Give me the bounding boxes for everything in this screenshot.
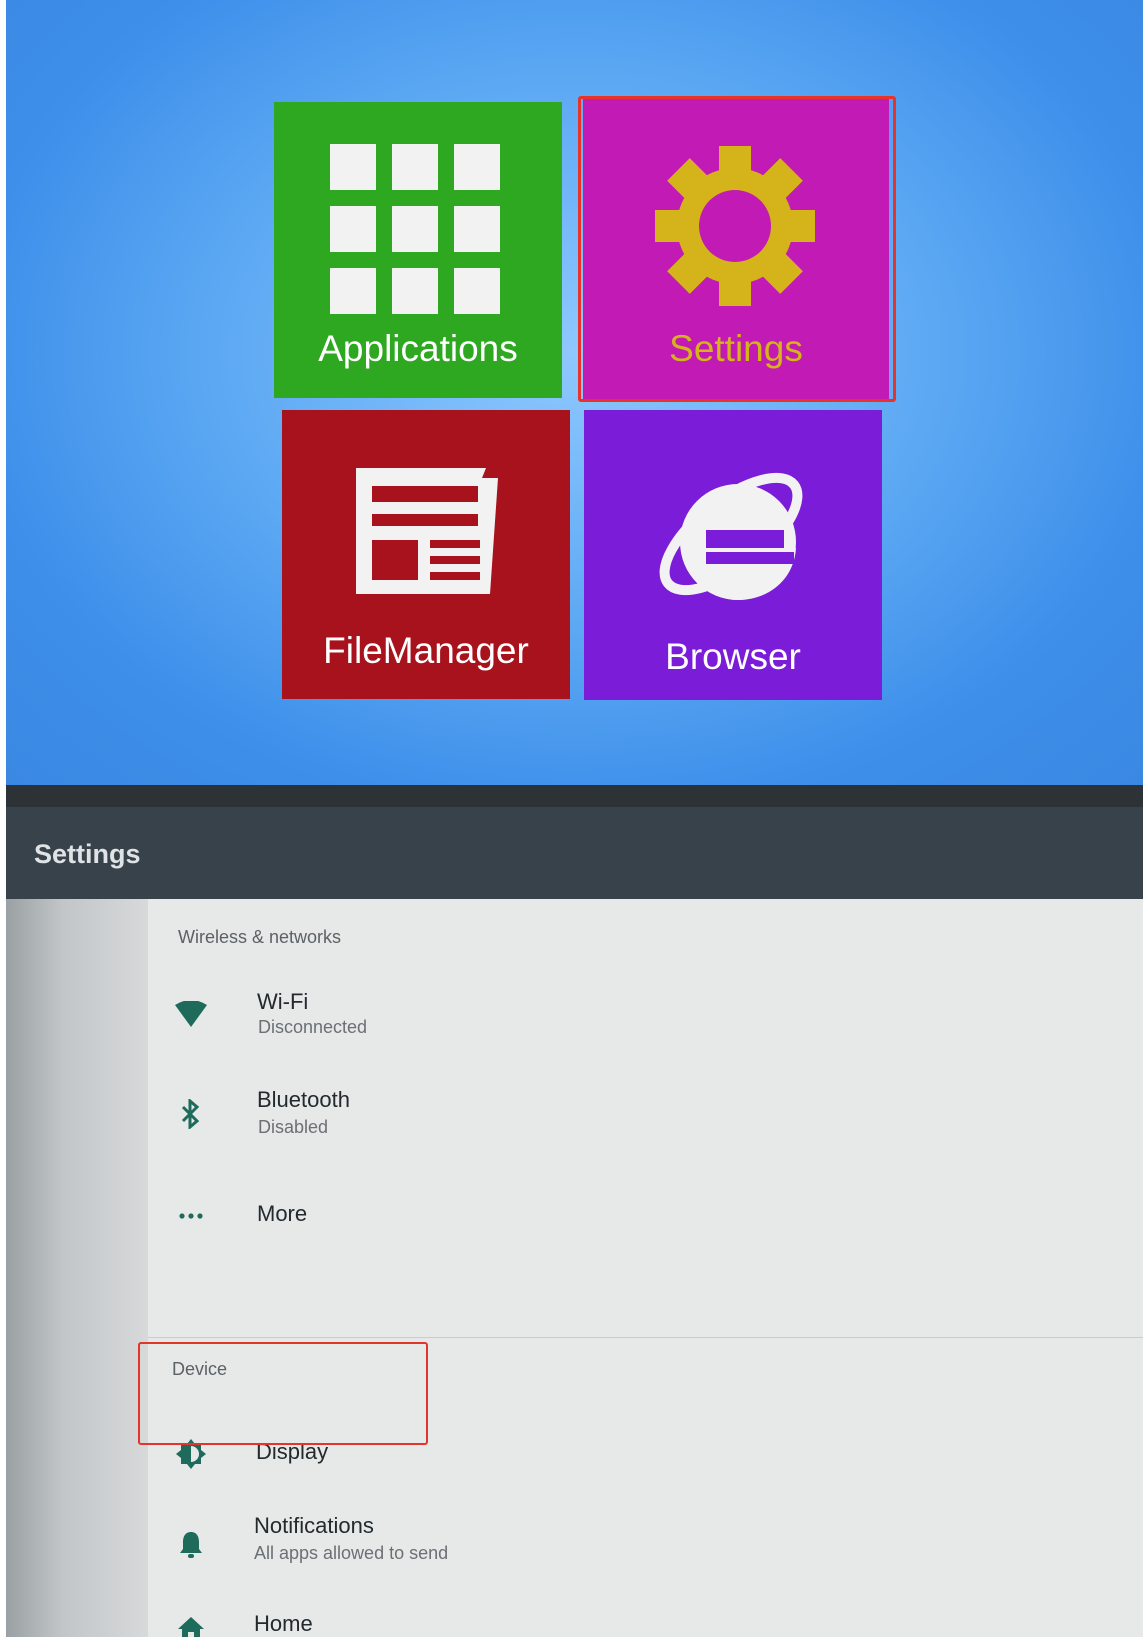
pref-title: Notifications bbox=[254, 1513, 374, 1538]
pref-summary: Disconnected bbox=[258, 1017, 368, 1037]
internet-explorer-icon bbox=[659, 472, 806, 612]
more-dots-icon bbox=[172, 1197, 210, 1235]
settings-highlight-frame bbox=[578, 96, 896, 402]
document-icon bbox=[356, 468, 498, 594]
pref-title: Home bbox=[254, 1611, 313, 1636]
pref-bluetooth[interactable]: Bluetooth Disabled bbox=[148, 1071, 1143, 1161]
pref-more[interactable]: More bbox=[148, 1171, 1143, 1261]
filemanager-label: FileManager bbox=[323, 630, 529, 671]
pref-title: More bbox=[257, 1201, 308, 1226]
pref-wifi[interactable]: Wi-Fi Disconnected bbox=[148, 971, 1143, 1061]
applications-label: Applications bbox=[318, 328, 518, 369]
left-gutter bbox=[6, 899, 148, 1637]
display-highlight-frame bbox=[138, 1342, 428, 1445]
grid-icon bbox=[330, 144, 500, 314]
pref-summary: All apps allowed to send bbox=[254, 1543, 449, 1563]
screen-bezel bbox=[6, 785, 1143, 807]
launcher-screen: Applications Settings FileManager Browse… bbox=[6, 0, 1143, 785]
home-icon bbox=[172, 1609, 210, 1637]
applications-tile[interactable]: Applications bbox=[274, 102, 562, 398]
filemanager-tile[interactable]: FileManager bbox=[282, 410, 570, 699]
pref-title: Bluetooth bbox=[257, 1087, 350, 1112]
settings-screen: Settings Wireless & networks Wi-Fi Disco… bbox=[6, 785, 1143, 1637]
pref-home[interactable]: Home bbox=[148, 1589, 1143, 1637]
browser-label: Browser bbox=[665, 636, 801, 677]
bell-icon bbox=[172, 1525, 210, 1563]
section-header-wireless: Wireless & networks bbox=[178, 927, 342, 947]
pref-summary: Disabled bbox=[258, 1117, 329, 1137]
section-divider bbox=[148, 1337, 1143, 1338]
app-bar: Settings bbox=[6, 807, 1143, 899]
bluetooth-icon bbox=[172, 1095, 210, 1133]
pref-title: Wi-Fi bbox=[257, 989, 309, 1014]
pref-notifications[interactable]: Notifications All apps allowed to send bbox=[148, 1499, 1143, 1589]
wifi-icon bbox=[172, 995, 210, 1033]
browser-tile[interactable]: Browser bbox=[584, 410, 882, 700]
settings-list: Wireless & networks Wi-Fi Disconnected B… bbox=[148, 899, 1143, 1637]
page-title: Settings bbox=[34, 839, 141, 869]
